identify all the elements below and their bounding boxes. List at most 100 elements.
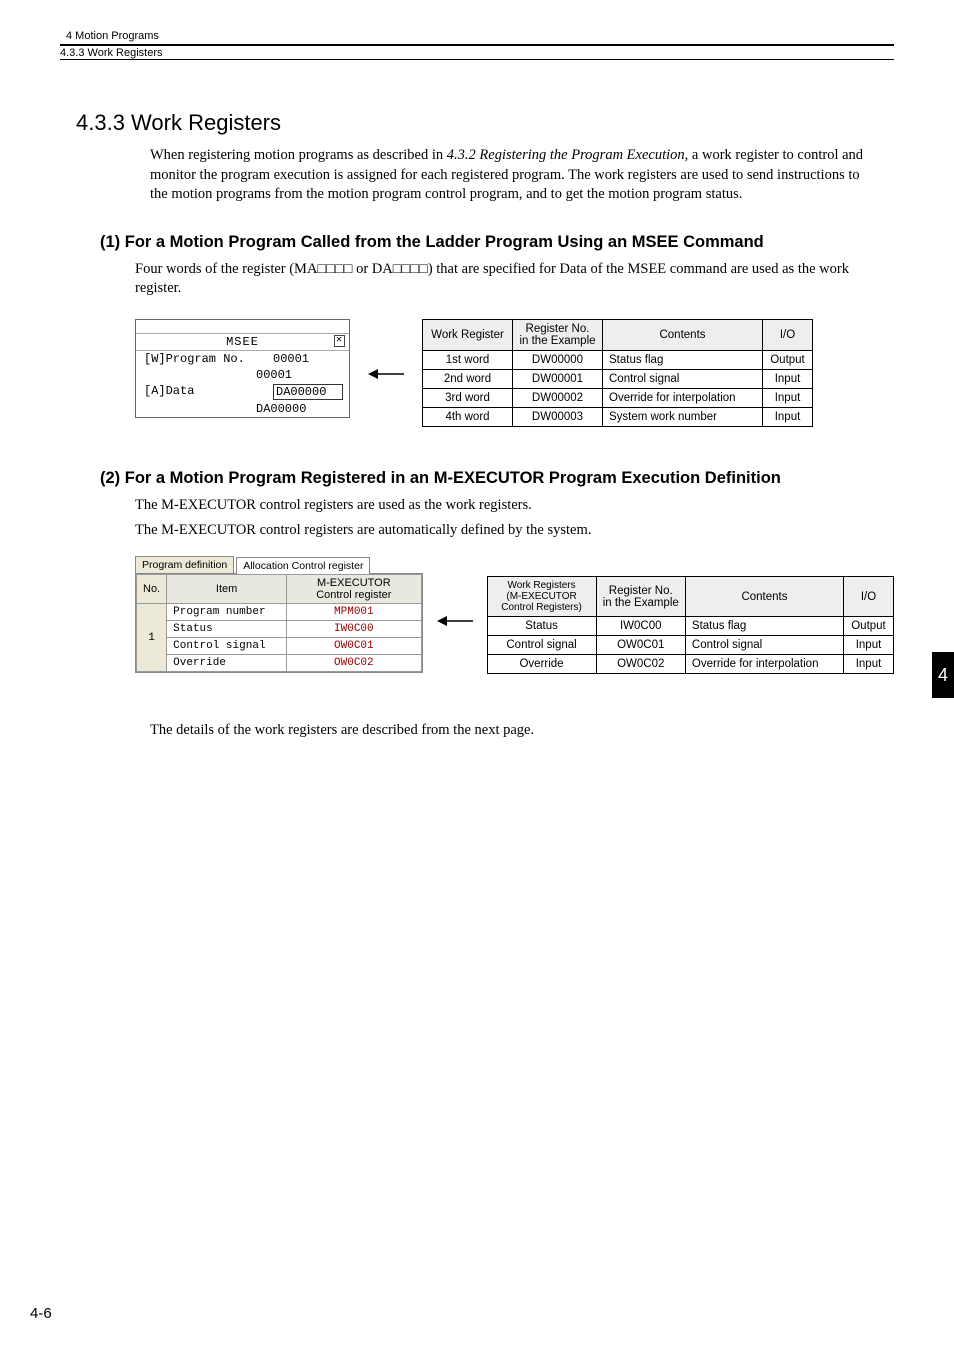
grid-val: MPM001 bbox=[287, 604, 421, 621]
msee-row-const: 00001 bbox=[136, 367, 349, 383]
grid-item: Program number bbox=[167, 604, 287, 621]
cell-wr: 3rd word bbox=[423, 389, 513, 408]
th-io: I/O bbox=[844, 577, 894, 617]
sub1-text-b: or DA bbox=[352, 261, 392, 277]
sub1-heading: (1) For a Motion Program Called from the… bbox=[100, 233, 894, 252]
cell-io: Input bbox=[763, 370, 813, 389]
th-work-register: Work Register bbox=[423, 320, 513, 351]
msee-title-text: MSEE bbox=[226, 335, 259, 349]
footer-paragraph: The details of the work registers are de… bbox=[150, 722, 894, 739]
table-row: 3rd word DW00002 Override for interpolat… bbox=[423, 389, 813, 408]
sub2-p1: The M-EXECUTOR control registers are use… bbox=[135, 496, 874, 515]
msee-data-value-2: DA00000 bbox=[256, 402, 326, 416]
table-row: Status IW0C00 Status flag Output bbox=[487, 617, 893, 636]
cell-ct: Status flag bbox=[603, 351, 763, 370]
grid-no: 1 bbox=[137, 604, 167, 672]
grid-val: OW0C01 bbox=[287, 638, 421, 655]
cell-io: Input bbox=[763, 389, 813, 408]
th-register-no: Register No. in the Example bbox=[596, 577, 685, 617]
grid-item: Status bbox=[167, 621, 287, 638]
th-contents: Contents bbox=[685, 577, 843, 617]
intro-paragraph: When registering motion programs as desc… bbox=[150, 146, 874, 205]
cell-wr: Control signal bbox=[487, 636, 596, 655]
header-rule bbox=[60, 59, 894, 60]
chapter-label: 4 Motion Programs bbox=[60, 30, 894, 42]
msee-corner-icon: ✕ bbox=[334, 335, 345, 347]
mexecutor-tabs: Program definition Allocation Control re… bbox=[135, 556, 423, 573]
cell-rn: OW0C02 bbox=[596, 655, 685, 674]
work-register-table-1: Work Register Register No. in the Exampl… bbox=[422, 319, 813, 427]
arrow-connector-1 bbox=[368, 319, 404, 381]
th-work-registers: Work Registers (M-EXECUTOR Control Regis… bbox=[487, 577, 596, 617]
table-row: 2nd word DW00001 Control signal Input bbox=[423, 370, 813, 389]
page-number: 4-6 bbox=[30, 1305, 52, 1322]
msee-program-label: [W]Program No. bbox=[144, 352, 273, 366]
th-rn-a: Register No. bbox=[609, 585, 673, 597]
msee-row-program: [W]Program No. 00001 bbox=[136, 351, 349, 367]
grid-header-row: No. Item M-EXECUTOR Control register bbox=[137, 575, 422, 604]
intro-crossref: 4.3.2 Registering the Program Execution bbox=[447, 147, 685, 163]
sub1-figure-row: MSEE ✕ [W]Program No. 00001 00001 [A]Dat… bbox=[135, 319, 894, 427]
th-b: (M-EXECUTOR bbox=[506, 591, 576, 602]
cell-rn: IW0C00 bbox=[596, 617, 685, 636]
sub1-text-a: Four words of the register (MA bbox=[135, 261, 317, 277]
mexecutor-panel: Program definition Allocation Control re… bbox=[135, 556, 423, 673]
cell-rn: DW00001 bbox=[513, 370, 603, 389]
cell-wr: Status bbox=[487, 617, 596, 636]
grid-row: 1 Program number MPM001 bbox=[137, 604, 422, 621]
sub1-para: Four words of the register (MA□□□□ or DA… bbox=[135, 260, 874, 298]
col-mexec-register: M-EXECUTOR Control register bbox=[287, 575, 421, 604]
th-contents: Contents bbox=[603, 320, 763, 351]
msee-const-value: 00001 bbox=[256, 368, 326, 382]
tab-allocation-control-register[interactable]: Allocation Control register bbox=[236, 557, 370, 574]
cell-io: Input bbox=[844, 636, 894, 655]
cell-rn: OW0C01 bbox=[596, 636, 685, 655]
cell-rn: DW00003 bbox=[513, 408, 603, 427]
msee-box-top bbox=[136, 320, 349, 334]
tab-program-definition[interactable]: Program definition bbox=[135, 556, 234, 573]
th-register-no: Register No. in the Example bbox=[513, 320, 603, 351]
th-rn-b: in the Example bbox=[603, 597, 679, 609]
grid-val: IW0C00 bbox=[287, 621, 421, 638]
table-row: 4th word DW00003 System work number Inpu… bbox=[423, 408, 813, 427]
breadcrumb: 4.3.3 Work Registers bbox=[60, 44, 894, 59]
msee-data-label: [A]Data bbox=[144, 384, 273, 400]
mexecutor-grid: No. Item M-EXECUTOR Control register 1 P… bbox=[135, 573, 423, 673]
table-header-row: Work Register Register No. in the Exampl… bbox=[423, 320, 813, 351]
arrow-connector-2 bbox=[437, 556, 473, 628]
grid-item: Override bbox=[167, 655, 287, 672]
col-no: No. bbox=[137, 575, 167, 604]
th-register-no-a: Register No. bbox=[526, 323, 590, 335]
sub2-heading: (2) For a Motion Program Registered in a… bbox=[100, 469, 894, 488]
placeholder-boxes-a: □□□□ bbox=[317, 261, 352, 277]
cell-ct: Control signal bbox=[603, 370, 763, 389]
grid-item: Control signal bbox=[167, 638, 287, 655]
th-register-no-b: in the Example bbox=[519, 335, 595, 347]
msee-row-data2: DA00000 bbox=[136, 401, 349, 417]
table-header-row: Work Registers (M-EXECUTOR Control Regis… bbox=[487, 577, 893, 617]
table-row: Override OW0C02 Override for interpolati… bbox=[487, 655, 893, 674]
cell-rn: DW00000 bbox=[513, 351, 603, 370]
cell-rn: DW00002 bbox=[513, 389, 603, 408]
cell-wr: 4th word bbox=[423, 408, 513, 427]
sub2-p2: The M-EXECUTOR control registers are aut… bbox=[135, 521, 874, 540]
arrow-left-icon bbox=[368, 367, 404, 381]
msee-data-value-boxed: DA00000 bbox=[273, 384, 343, 400]
cell-wr: 2nd word bbox=[423, 370, 513, 389]
cell-ct: Override for interpolation bbox=[685, 655, 843, 674]
th-io: I/O bbox=[763, 320, 813, 351]
col-reg-a: M-EXECUTOR bbox=[317, 577, 391, 589]
th-c: Control Registers) bbox=[501, 602, 582, 613]
msee-title: MSEE ✕ bbox=[136, 334, 349, 351]
cell-io: Input bbox=[844, 655, 894, 674]
cell-ct: Override for interpolation bbox=[603, 389, 763, 408]
col-item: Item bbox=[167, 575, 287, 604]
cell-ct: Status flag bbox=[685, 617, 843, 636]
cell-io: Input bbox=[763, 408, 813, 427]
msee-row-data: [A]Data DA00000 bbox=[136, 383, 349, 401]
work-register-table-2: Work Registers (M-EXECUTOR Control Regis… bbox=[487, 576, 894, 674]
msee-program-value: 00001 bbox=[273, 352, 343, 366]
table-row: Control signal OW0C01 Control signal Inp… bbox=[487, 636, 893, 655]
section-title: 4.3.3 Work Registers bbox=[76, 110, 894, 136]
table-row: 1st word DW00000 Status flag Output bbox=[423, 351, 813, 370]
